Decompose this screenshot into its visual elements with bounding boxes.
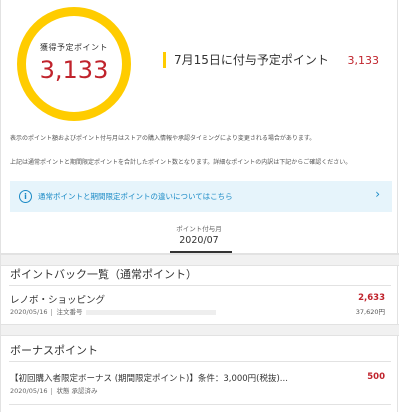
info-link-text: 通常ポイントと期間限定ポイントの違いについてはこちら (38, 192, 233, 201)
pointback-section-title: ポイントバック一覧（通常ポイント） (10, 268, 197, 281)
order-amount: 37,620円 (355, 308, 385, 316)
meta-separator (51, 387, 53, 395)
notice-text-1: 表示のポイント額およびポイント付与月はストアの購入情報や承認タイミングにより変更… (10, 135, 316, 142)
scheduled-points-value: 3,133 (347, 54, 380, 67)
info-icon: i (19, 190, 32, 203)
status-value: 承認済み (71, 387, 98, 395)
scheduled-points-label: 7月15日に付与予定ポイント (163, 52, 329, 68)
section-divider (9, 361, 391, 362)
section-gap (1, 324, 399, 336)
month-tab[interactable]: 2020/07 (1, 235, 397, 246)
month-tab-label: ポイント付与月 (176, 225, 222, 233)
item-meta: 2020/05/16 注文番号 (10, 306, 217, 316)
order-number-label: 注文番号 (56, 308, 83, 316)
bonus-points: 500 (367, 372, 385, 382)
section-gap (1, 254, 399, 266)
bonus-date: 2020/05/16 (10, 387, 48, 395)
point-difference-link[interactable]: i 通常ポイントと期間限定ポイントの違いについてはこちら › (10, 181, 392, 212)
section-divider (9, 404, 391, 405)
notice-text-2: 上記は通常ポイントと期間限定ポイントを合計したポイント数となります。詳細なポイン… (10, 159, 352, 166)
ring-label: 獲得予定ポイント (40, 43, 108, 52)
bonus-meta: 2020/05/16 状態 承認済み (10, 385, 98, 395)
points-card: 獲得予定ポイント 3,133 7月15日に付与予定ポイント 3,133 表示のポ… (0, 0, 399, 412)
bonus-section-title: ボーナスポイント (10, 344, 98, 357)
section-divider (9, 285, 391, 286)
status-label: 状態 (56, 387, 70, 395)
order-number-masked (86, 309, 217, 315)
item-date: 2020/05/16 (10, 308, 48, 316)
expected-points-value: 3,133 (39, 56, 109, 84)
item-points: 2,633 (358, 293, 385, 303)
meta-separator (51, 308, 53, 316)
bonus-name: 【初回購入者限定ボーナス (期間限定ポイント)】条件：3,000円(税抜)... (10, 374, 288, 384)
points-ring: 獲得予定ポイント 3,133 (17, 7, 131, 121)
store-name: レノボ・ショッピング (10, 295, 106, 306)
chevron-right-icon: › (375, 187, 380, 201)
